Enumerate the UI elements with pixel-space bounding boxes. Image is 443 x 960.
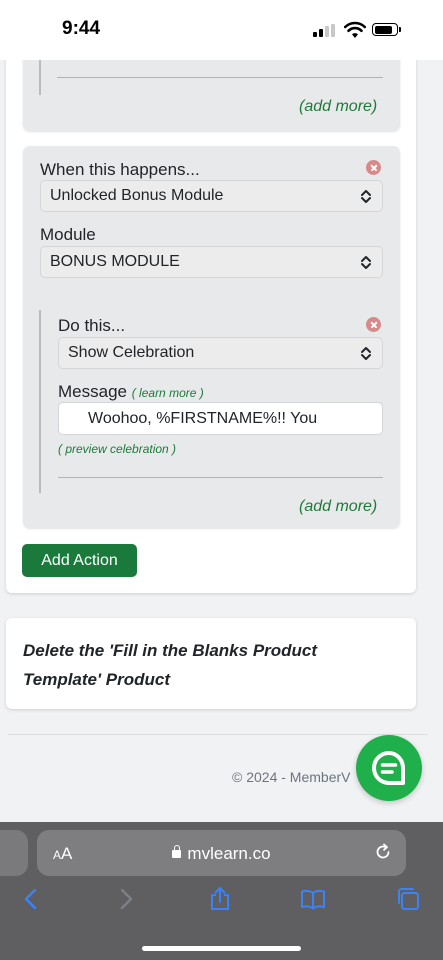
tabs-icon[interactable] [395, 886, 421, 912]
lock-icon [172, 845, 182, 858]
action-indent-line [39, 310, 41, 493]
module-select[interactable]: BONUS MODULE [40, 246, 383, 278]
trigger-label: When this happens... [40, 160, 200, 179]
previous-tab-preview[interactable] [0, 830, 28, 876]
url-display: mvlearn.co [37, 844, 406, 864]
divider [58, 477, 383, 478]
back-icon[interactable] [18, 886, 44, 912]
remove-action-icon[interactable] [366, 317, 381, 332]
action-label: Do this... [58, 316, 126, 335]
cellular-signal-icon [313, 24, 337, 37]
reload-icon[interactable] [374, 843, 392, 861]
chevron-updown-icon [361, 347, 371, 360]
add-action-button[interactable]: Add Action [22, 544, 137, 577]
battery-icon [372, 23, 401, 36]
chat-bubble-icon [372, 751, 405, 785]
module-label: Module [40, 225, 96, 244]
message-input[interactable]: Woohoo, %FIRSTNAME%!! You [58, 402, 383, 435]
rule-panel: When this happens... Unlocked Bonus Modu… [23, 146, 400, 528]
status-time: 9:44 [62, 18, 101, 39]
footer-copyright: © 2024 - MemberV [232, 769, 351, 785]
preview-celebration-link[interactable]: ( preview celebration ) [58, 442, 176, 456]
url-text: mvlearn.co [187, 844, 271, 863]
wifi-icon [344, 21, 366, 38]
action-select-value: Show Celebration [68, 344, 195, 361]
delete-product-title[interactable]: Delete the 'Fill in the Blanks Product T… [23, 636, 393, 694]
divider [57, 77, 383, 78]
home-indicator [142, 946, 301, 951]
chevron-updown-icon [361, 190, 371, 203]
learn-more-link[interactable]: ( learn more ) [132, 386, 204, 400]
rule-card: (add more) When this happens... Unlocked… [6, 40, 416, 593]
address-bar[interactable]: AA mvlearn.co [37, 830, 406, 876]
add-more-link[interactable]: (add more) [299, 498, 377, 516]
message-label-text: Message [58, 382, 127, 401]
module-select-value: BONUS MODULE [50, 253, 180, 270]
chevron-updown-icon [361, 256, 371, 269]
trigger-select[interactable]: Unlocked Bonus Module [40, 180, 383, 212]
trigger-select-value: Unlocked Bonus Module [50, 187, 224, 204]
delete-product-card: Delete the 'Fill in the Blanks Product T… [6, 618, 416, 709]
action-select[interactable]: Show Celebration [58, 337, 383, 369]
chat-button[interactable] [356, 735, 422, 801]
message-label: Message ( learn more ) [58, 382, 204, 402]
add-more-link[interactable]: (add more) [299, 98, 377, 116]
page-content: (add more) When this happens... Unlocked… [0, 0, 443, 822]
remove-trigger-icon[interactable] [366, 160, 381, 175]
status-bar: 9:44 [0, 0, 443, 60]
browser-toolbar: AA mvlearn.co [0, 822, 443, 960]
bookmarks-icon[interactable] [300, 886, 326, 912]
forward-icon[interactable] [113, 886, 139, 912]
share-icon[interactable] [207, 886, 233, 912]
